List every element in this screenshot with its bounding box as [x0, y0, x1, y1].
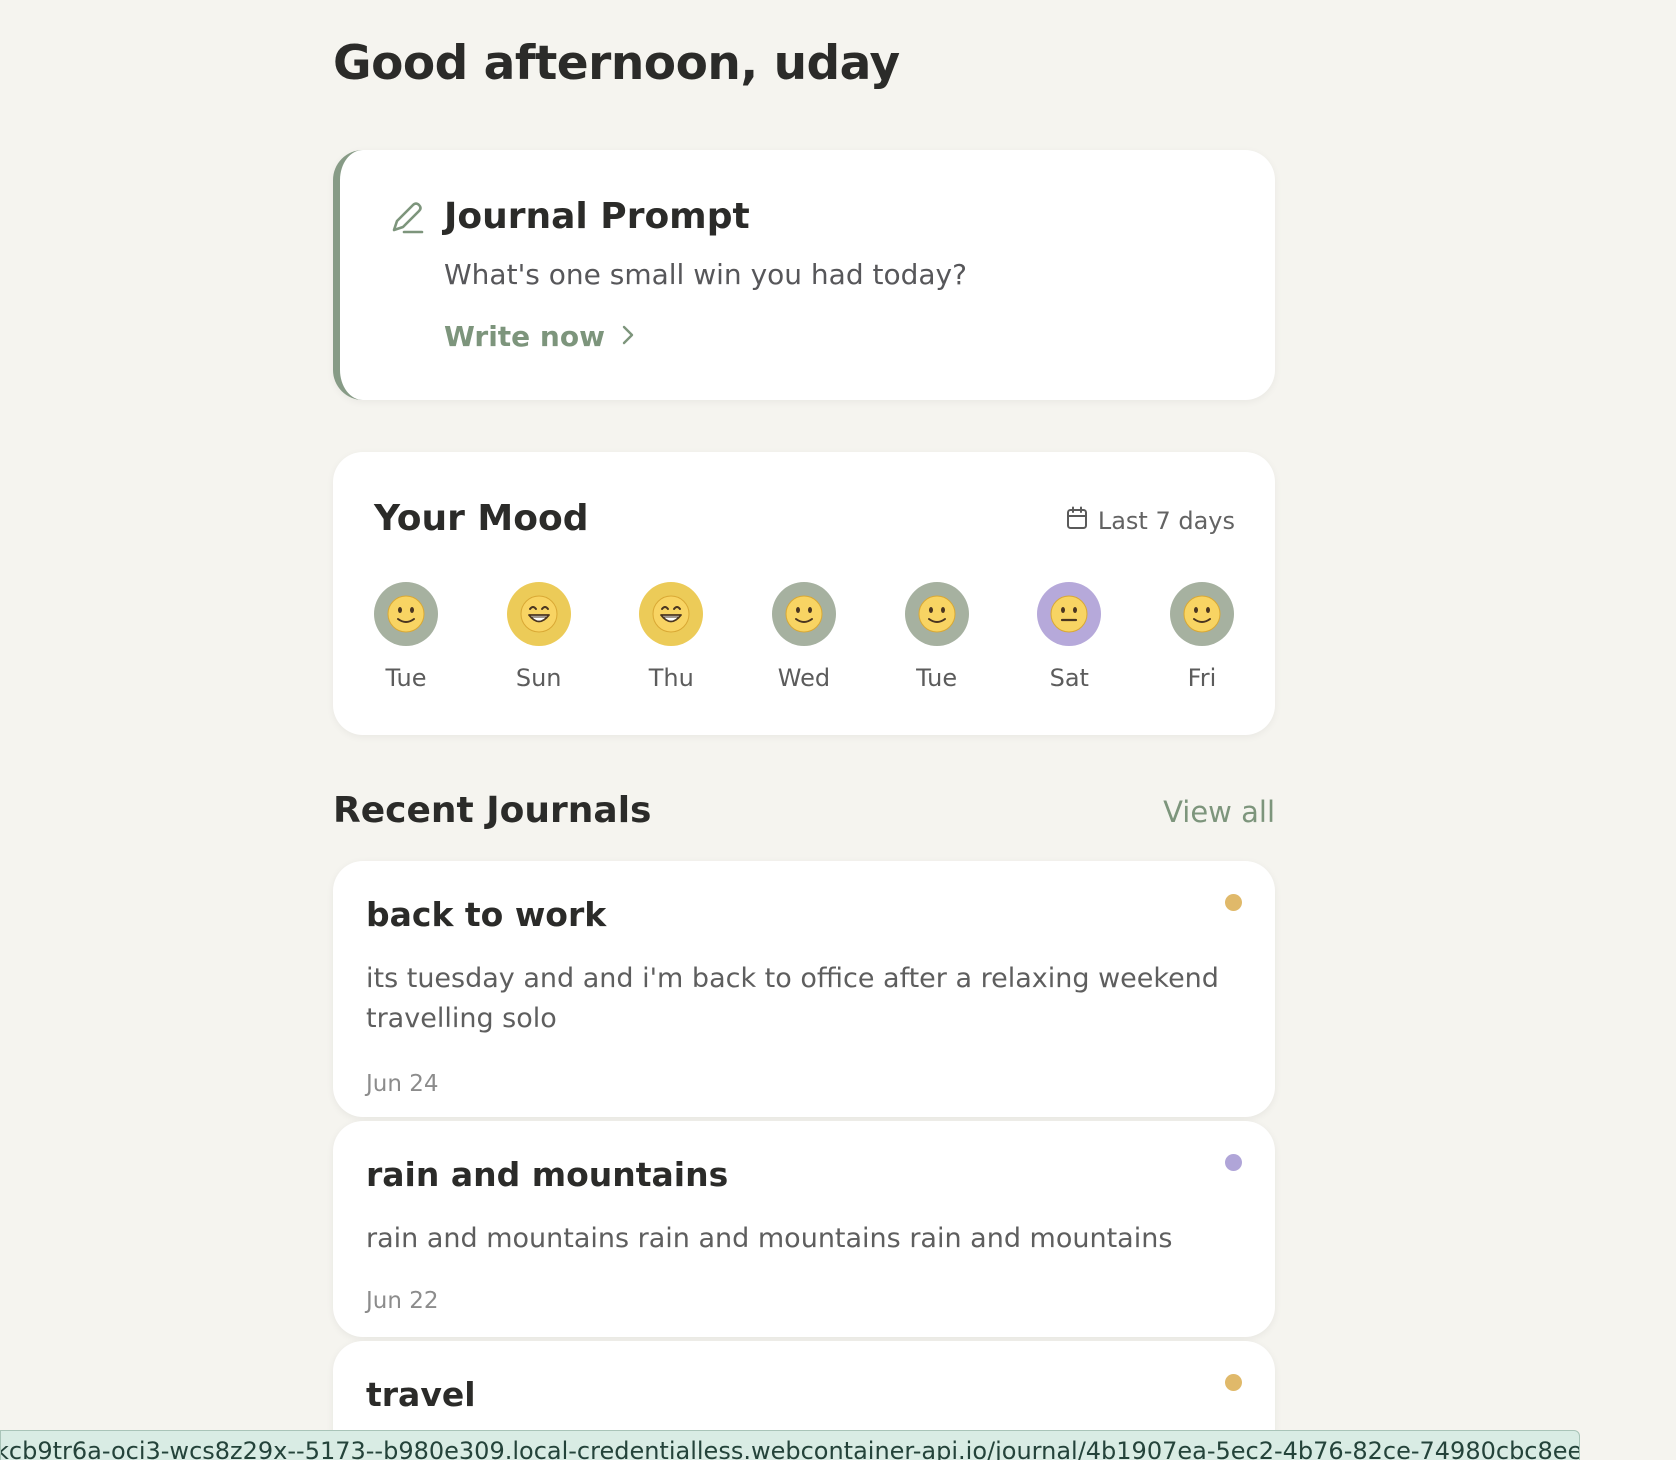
mood-indicator — [904, 582, 969, 646]
mood-day-label: Wed — [777, 664, 831, 692]
mood-day-label: Sun — [515, 664, 562, 692]
mood-range-label: Last 7 days — [1097, 507, 1235, 535]
journal-date: Jun 22 — [366, 1288, 439, 1314]
grinning-face-icon — [520, 595, 558, 633]
journal-card[interactable]: rain and mountains rain and mountains ra… — [333, 1121, 1275, 1337]
prompt-question: What's one small win you had today? — [444, 258, 967, 291]
mood-day[interactable]: Tue — [374, 582, 438, 692]
mood-day-label: Tue — [916, 664, 958, 692]
calendar-icon — [1066, 506, 1088, 536]
slightly-smiling-face-icon — [1183, 595, 1221, 633]
view-all-link[interactable]: View all — [1163, 795, 1275, 829]
mood-day[interactable]: Thu — [639, 582, 704, 692]
mood-dot — [1225, 894, 1242, 911]
mood-dot — [1225, 1154, 1242, 1171]
mood-indicator — [1037, 582, 1102, 646]
dashboard-page: Good afternoon, uday Journal Prompt What… — [0, 0, 1676, 1460]
mood-day-label: Tue — [385, 664, 427, 692]
mood-indicator — [639, 582, 704, 646]
greeting-heading: Good afternoon, uday — [333, 36, 900, 91]
slightly-smiling-face-icon — [387, 595, 425, 633]
mood-indicator — [374, 582, 438, 646]
slightly-smiling-face-icon — [918, 595, 956, 633]
mood-days-row: Tue Sun Thu Wed Tue Sat Fri — [374, 582, 1234, 692]
mood-day[interactable]: Wed — [771, 582, 836, 692]
slightly-smiling-face-icon — [785, 595, 823, 633]
mood-dot — [1225, 1374, 1242, 1391]
mood-day[interactable]: Sun — [506, 582, 571, 692]
prompt-title: Journal Prompt — [444, 196, 750, 237]
journal-card[interactable]: back to work its tuesday and and i'm bac… — [333, 861, 1275, 1117]
pencil-icon — [388, 200, 424, 236]
mood-indicator — [1169, 582, 1234, 646]
mood-day-label: Sat — [1049, 664, 1089, 692]
journal-title: travel — [366, 1375, 476, 1414]
grinning-face-icon — [652, 595, 690, 633]
write-now-link[interactable]: Write now — [444, 320, 637, 353]
mood-day[interactable]: Fri — [1169, 582, 1234, 692]
mood-day-label: Fri — [1187, 664, 1217, 692]
mood-day[interactable]: Tue — [904, 582, 969, 692]
journal-excerpt: its tuesday and and i'm back to office a… — [366, 963, 1219, 1034]
journal-excerpt: rain and mountains rain and mountains ra… — [366, 1223, 1173, 1254]
write-now-label: Write now — [444, 320, 605, 353]
mood-card: Your Mood Last 7 days Tue Sun Thu Wed Tu… — [333, 452, 1275, 735]
mood-title: Your Mood — [374, 498, 589, 539]
recent-journals-heading: Recent Journals — [333, 790, 652, 831]
mood-day-label: Thu — [648, 664, 694, 692]
journal-title: back to work — [366, 895, 607, 934]
mood-indicator — [771, 582, 836, 646]
chevron-right-icon — [619, 320, 637, 353]
journal-date: Jun 24 — [366, 1071, 439, 1097]
mood-day[interactable]: Sat — [1037, 582, 1102, 692]
mood-indicator — [506, 582, 571, 646]
neutral-face-icon — [1050, 595, 1088, 633]
mood-range-selector[interactable]: Last 7 days — [1066, 506, 1235, 536]
journal-prompt-card: Journal Prompt What's one small win you … — [333, 150, 1275, 400]
link-preview-status-bar: kcb9tr6a-oci3-wcs8z29x--5173--b980e309.l… — [0, 1430, 1580, 1460]
journal-title: rain and mountains — [366, 1155, 729, 1194]
